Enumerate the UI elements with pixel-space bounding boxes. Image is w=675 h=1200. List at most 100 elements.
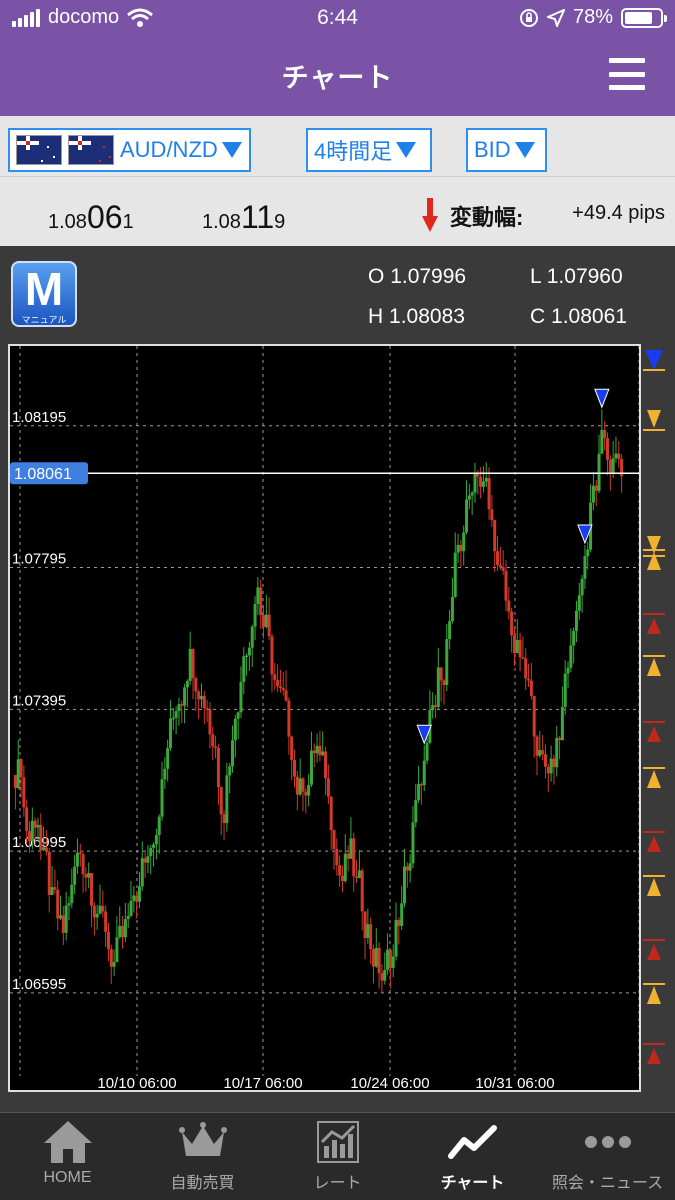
candle-up [465, 499, 469, 533]
rotation-lock-icon [519, 8, 538, 27]
x-tick-label: 10/24 06:00 [350, 1075, 429, 1090]
candle-down [44, 847, 48, 852]
candle-up [417, 784, 421, 801]
hamburger-menu-icon[interactable] [609, 58, 645, 90]
candle-up [402, 866, 406, 904]
candle-down [191, 648, 195, 679]
currency-pair-label: AUD/NZD [120, 137, 218, 162]
tab-chart[interactable]: チャート [405, 1113, 540, 1200]
bottom-tab-bar: HOME 自動売買 レート チャート 照会・ニュース [0, 1112, 675, 1200]
bid-prefix: 1.08 [48, 211, 87, 233]
candle-down [104, 911, 108, 932]
candle-down [543, 754, 547, 767]
candle-up [453, 552, 457, 597]
tab-rate[interactable]: レート [270, 1113, 405, 1200]
candle-down [594, 485, 598, 491]
candle-up [87, 873, 91, 878]
y-tick-label: 1.07395 [12, 692, 66, 709]
ask-price[interactable]: 1.08119 [202, 199, 285, 236]
candle-up [591, 485, 595, 503]
candle-up [448, 621, 452, 640]
dropdown-arrow-icon [221, 142, 242, 158]
candle-down [276, 680, 280, 687]
rate-chart-icon [316, 1121, 359, 1163]
candle-down [388, 949, 392, 968]
timeframe-select[interactable]: 4時間足 [306, 128, 432, 172]
bid-price[interactable]: 1.08061 [48, 199, 134, 236]
candle-up [411, 822, 415, 864]
candle-down [546, 766, 550, 774]
candle-down [301, 778, 305, 792]
candle-up [600, 429, 604, 454]
strip-up-marker [647, 552, 661, 570]
change-value: +49.4 pips [572, 202, 665, 224]
location-icon [546, 8, 565, 27]
candle-down [13, 774, 17, 789]
candle-down [84, 874, 88, 878]
candle-down [405, 866, 409, 871]
battery-percent: 78% [572, 6, 613, 28]
high-value: H 1.08083 [368, 305, 465, 328]
candle-up [484, 477, 488, 482]
manual-mode-button[interactable]: M マニュアル [11, 261, 77, 327]
candle-down [479, 476, 483, 487]
candle-down [61, 915, 65, 933]
candle-down [352, 838, 356, 877]
candle-up [309, 750, 313, 785]
candle-up [171, 717, 175, 720]
selector-row: AUD/NZD 4時間足 BID [0, 116, 675, 176]
candle-up [188, 648, 192, 681]
candle-down [28, 831, 32, 842]
tab-auto-trade[interactable]: 自動売買 [135, 1113, 270, 1200]
candle-up [343, 853, 347, 882]
tab-inquiry-news[interactable]: 照会・ニュース [540, 1113, 675, 1200]
candle-up [16, 759, 20, 789]
candle-up [394, 919, 398, 957]
candle-down [346, 853, 350, 859]
ask-prefix: 1.08 [202, 211, 241, 233]
candle-up [366, 924, 370, 938]
bid-big-digits: 06 [86, 199, 123, 235]
candle-down [194, 678, 198, 692]
candle-down [180, 704, 184, 706]
currency-pair-select[interactable]: AUD/NZD [8, 128, 251, 172]
candle-up [431, 705, 435, 711]
strip-up-marker-red [647, 618, 661, 634]
candle-down [369, 924, 373, 950]
candle-up [445, 639, 449, 686]
y-tick-label: 1.08195 [12, 409, 66, 426]
candle-up [253, 604, 257, 627]
dropdown-arrow-icon [396, 142, 417, 158]
candle-down [490, 509, 494, 521]
candle-down [608, 459, 612, 475]
candle-up [174, 711, 178, 718]
candle-down [295, 776, 299, 795]
candle-up [298, 778, 302, 795]
candle-up [481, 481, 485, 487]
candle-up [307, 784, 311, 796]
candle-down [92, 905, 96, 918]
candle-down [605, 438, 609, 460]
candle-down [558, 737, 562, 741]
candle-down [25, 807, 29, 832]
candle-up [239, 681, 243, 713]
low-value: L 1.07960 [530, 265, 623, 288]
candle-down [208, 709, 212, 735]
tab-home[interactable]: HOME [0, 1113, 135, 1200]
chart-canvas[interactable]: 1.08195 1.07795 1.07395 1.06995 1.06595 1.080… [10, 346, 639, 1090]
candle-up [183, 687, 187, 706]
x-tick-label: 10/10 06:00 [97, 1075, 176, 1090]
candle-up [36, 824, 40, 828]
strip-up-marker [647, 986, 661, 1004]
candle-down [324, 751, 328, 779]
candle-down [493, 520, 497, 552]
candlestick-chart[interactable]: 1.08195 1.07795 1.07395 1.06995 1.06595 1.080… [8, 344, 641, 1092]
candle-down [507, 600, 511, 612]
candle-up [75, 852, 79, 867]
candle-down [501, 567, 505, 571]
candle-down [281, 688, 285, 691]
price-type-select[interactable]: BID [466, 128, 547, 172]
candle-up [42, 847, 46, 851]
candle-down [267, 614, 271, 637]
candle-up [225, 775, 229, 824]
